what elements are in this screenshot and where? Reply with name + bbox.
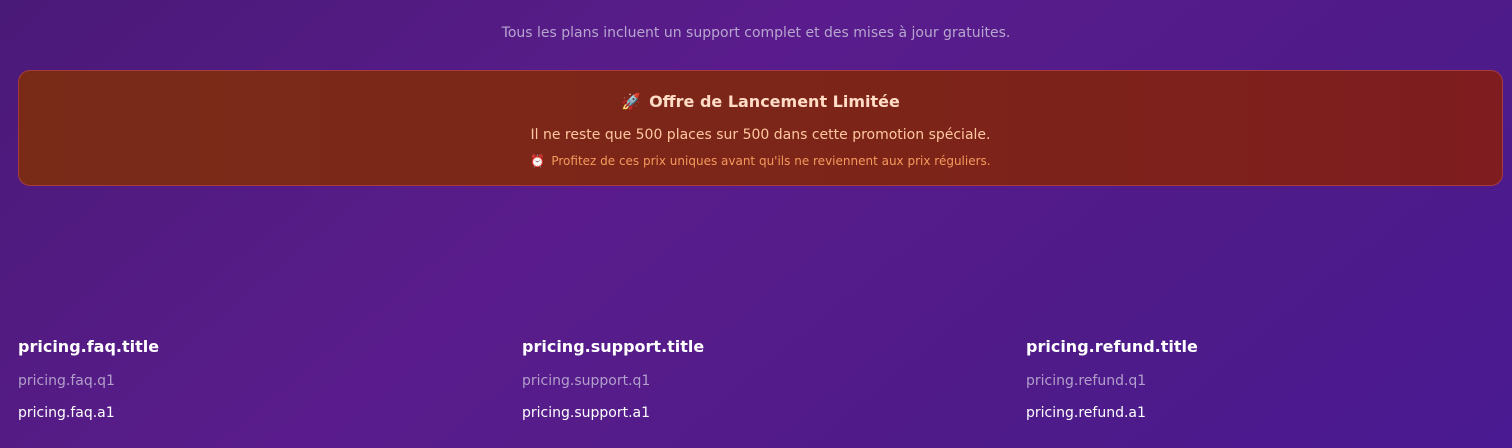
plans-subtitle: Tous les plans incluent un support compl… bbox=[501, 25, 1011, 41]
faq-column: pricing.faq.title pricing.faq.q1 pricing… bbox=[18, 336, 498, 423]
support-title: pricing.support.title bbox=[522, 337, 705, 356]
faq-answer: pricing.faq.a1 bbox=[18, 405, 115, 421]
refund-question: pricing.refund.q1 bbox=[1026, 373, 1147, 389]
promo-note: Profitez de ces prix uniques avant qu'il… bbox=[551, 154, 991, 168]
refund-title: pricing.refund.title bbox=[1026, 337, 1198, 356]
launch-offer-banner: 🚀 Offre de Lancement Limitée Il ne reste … bbox=[18, 70, 1503, 186]
rocket-icon: 🚀 bbox=[621, 92, 642, 111]
refund-answer: pricing.refund.a1 bbox=[1026, 405, 1146, 421]
faq-question: pricing.faq.q1 bbox=[18, 373, 115, 389]
support-question: pricing.support.q1 bbox=[522, 373, 651, 389]
refund-column: pricing.refund.title pricing.refund.q1 p… bbox=[1026, 336, 1506, 423]
promo-title: Offre de Lancement Limitée bbox=[649, 92, 900, 111]
promo-message: Il ne reste que 500 places sur 500 dans … bbox=[530, 127, 991, 143]
faq-title: pricing.faq.title bbox=[18, 337, 160, 356]
promo-note-row: ⏰ Profitez de ces prix uniques avant qu'i… bbox=[19, 154, 1502, 168]
promo-title-row: 🚀 Offre de Lancement Limitée bbox=[19, 92, 1502, 111]
support-answer: pricing.support.a1 bbox=[522, 405, 651, 421]
alarm-clock-icon: ⏰ bbox=[530, 154, 546, 168]
support-column: pricing.support.title pricing.support.q1… bbox=[522, 336, 1002, 423]
